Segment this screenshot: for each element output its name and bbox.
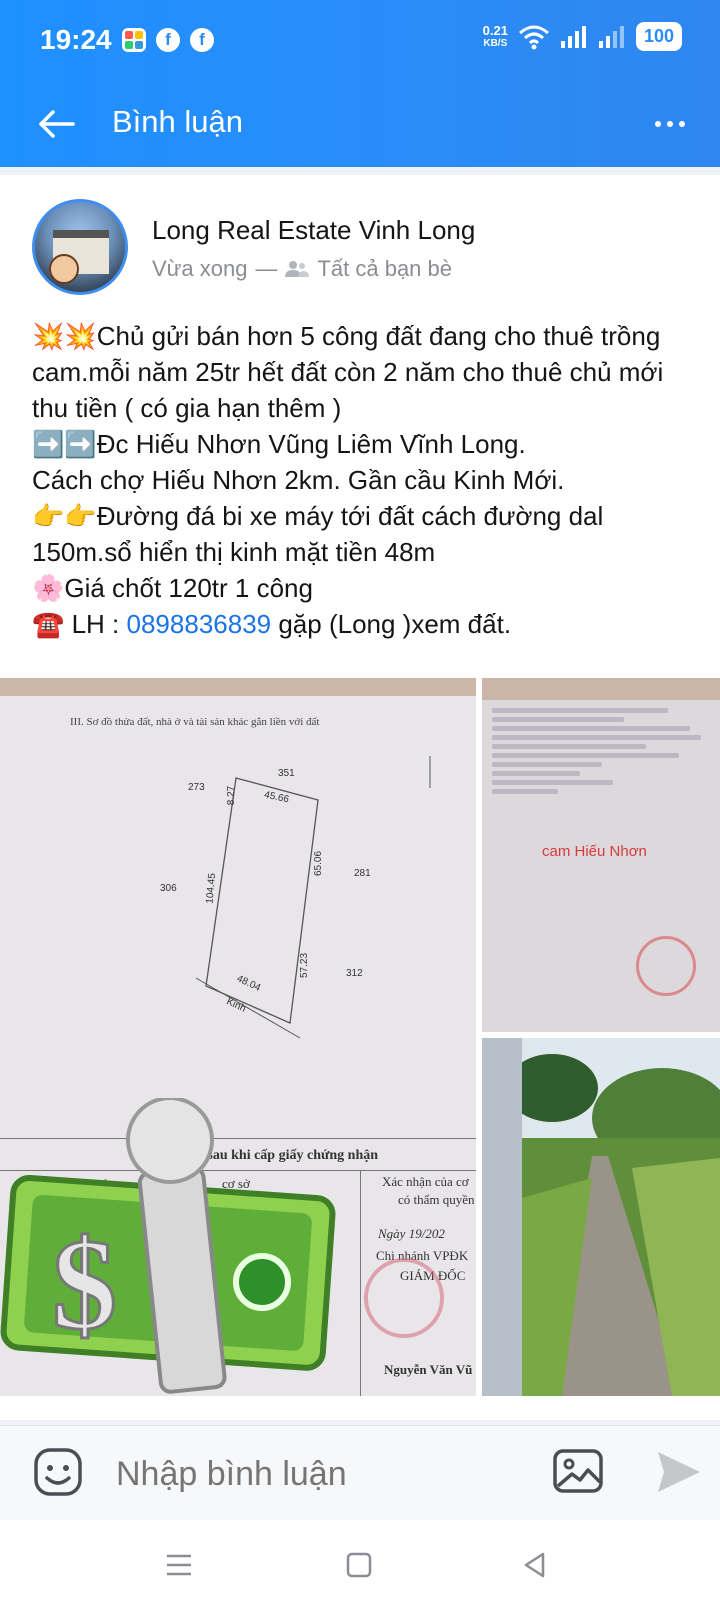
emoji-button[interactable] — [32, 1446, 84, 1498]
map-label-281: 281 — [354, 868, 371, 879]
doc-line — [492, 708, 668, 713]
signal-icon — [560, 25, 586, 48]
triangle-back-icon — [524, 1552, 545, 1578]
map-label-273: 273 — [188, 782, 205, 793]
doc-line — [492, 726, 690, 731]
arrow-left-icon — [39, 110, 75, 138]
send-button[interactable] — [652, 1446, 704, 1498]
post-meta: Vừa xong — Tất cả bạn bè — [152, 256, 452, 282]
page-title: Bình luận — [112, 104, 243, 139]
comment-bar — [0, 1425, 720, 1520]
map-label-6506: 65.06 — [313, 850, 325, 877]
doc-ngay: Ngày 19/202 — [378, 1226, 445, 1242]
doc-line — [492, 744, 646, 749]
comment-screen: 19:24 f f 0.21 KB/S 100 Bình luận Long R… — [0, 0, 720, 1608]
net-speed-unit: KB/S — [483, 37, 508, 49]
post-content: 💥💥Chủ gửi bán hơn 5 công đất đang cho th… — [32, 318, 692, 642]
doc-col-xacnhan: Xác nhận của cơ — [382, 1174, 469, 1189]
doc-line — [492, 780, 613, 785]
phone-link[interactable]: 0898836839 — [127, 609, 272, 639]
map-label-5723: 57.23 — [299, 952, 311, 979]
sticker-smile-icon — [34, 1448, 82, 1496]
map-label-827: 8.27 — [226, 785, 238, 806]
plot-diagram — [195, 756, 431, 1039]
svg-text:$: $ — [52, 1213, 117, 1357]
avatar[interactable] — [32, 199, 128, 295]
send-icon — [658, 1452, 700, 1492]
signal-icon — [598, 25, 624, 48]
wifi-icon — [518, 25, 549, 49]
nav-home-button[interactable] — [336, 1542, 382, 1588]
multicolor-app-icon — [122, 28, 146, 52]
square-icon — [346, 1552, 372, 1578]
paper-edge — [482, 678, 720, 700]
table-line — [360, 1170, 361, 1396]
comment-input[interactable] — [116, 1448, 516, 1500]
red-stamp — [636, 936, 696, 996]
doc-line — [492, 735, 701, 740]
red-stamp — [364, 1258, 444, 1338]
more-dot — [667, 121, 673, 127]
land-road-photo[interactable] — [482, 1038, 720, 1396]
system-nav-bar — [0, 1520, 720, 1608]
nav-back-button[interactable] — [512, 1542, 558, 1588]
net-speed-value: 0.21 — [482, 22, 508, 38]
post-card: Long Real Estate Vinh Long Vừa xong — Tấ… — [0, 175, 720, 1420]
back-button[interactable] — [30, 98, 82, 150]
doc-col-thamquyen: có thẩm quyền — [398, 1192, 475, 1207]
attach-image-button[interactable] — [552, 1448, 604, 1494]
header: 19:24 f f 0.21 KB/S 100 Bình luận — [0, 0, 720, 167]
land-map-image[interactable]: III. Sơ đồ thửa đất, nhà ở và tài sản kh… — [0, 678, 476, 1396]
app-bar: Bình luận — [0, 82, 720, 167]
doc-line — [492, 717, 624, 722]
post-audience: Tất cả bạn bè — [317, 256, 453, 281]
doc-ngay-value: 19/202 — [408, 1226, 445, 1241]
map-label-306: 306 — [160, 883, 177, 894]
notification-icons: f f — [122, 28, 214, 52]
doc-line — [492, 789, 558, 794]
overlay-label: cam Hiếu Nhơn — [542, 843, 647, 860]
doc-ngay-label: Ngày — [378, 1226, 406, 1241]
meta-separator: — — [255, 256, 278, 281]
battery-indicator: 100 — [635, 22, 682, 51]
map-label-312: 312 — [346, 968, 363, 979]
status-time: 19:24 — [40, 24, 112, 55]
post-time: Vừa xong — [152, 256, 248, 281]
land-certificate-image[interactable]: cam Hiếu Nhơn — [482, 678, 720, 1032]
status-bar: 19:24 f f 0.21 KB/S 100 — [0, 0, 720, 82]
doc-text-lines — [492, 704, 712, 798]
more-options-button[interactable] — [644, 98, 696, 150]
map-label-351: 351 — [278, 768, 295, 779]
road-scene — [482, 1038, 720, 1396]
menu-icon — [167, 1554, 191, 1576]
more-dots-icon — [655, 121, 661, 127]
net-speed: 0.21 KB/S — [483, 24, 508, 50]
more-dot — [679, 121, 685, 127]
facebook-icon: f — [190, 28, 214, 52]
doc-line — [492, 753, 679, 758]
status-right: 0.21 KB/S 100 — [483, 22, 682, 51]
facebook-icon: f — [156, 28, 180, 52]
nav-menu-button[interactable] — [156, 1542, 202, 1588]
doc-line — [492, 771, 580, 776]
image-icon — [553, 1449, 603, 1493]
doc-signer: Nguyễn Văn Vũ — [384, 1362, 473, 1377]
money-sticker: $ — [0, 1098, 336, 1394]
doc-line — [492, 762, 602, 767]
author-name[interactable]: Long Real Estate Vinh Long — [152, 215, 475, 246]
friends-icon — [285, 261, 310, 277]
cartoon-face — [49, 254, 79, 284]
post-content-tail: gặp (Long )xem đất. — [271, 609, 512, 639]
post-content-text: 💥💥Chủ gửi bán hơn 5 công đất đang cho th… — [32, 321, 664, 639]
